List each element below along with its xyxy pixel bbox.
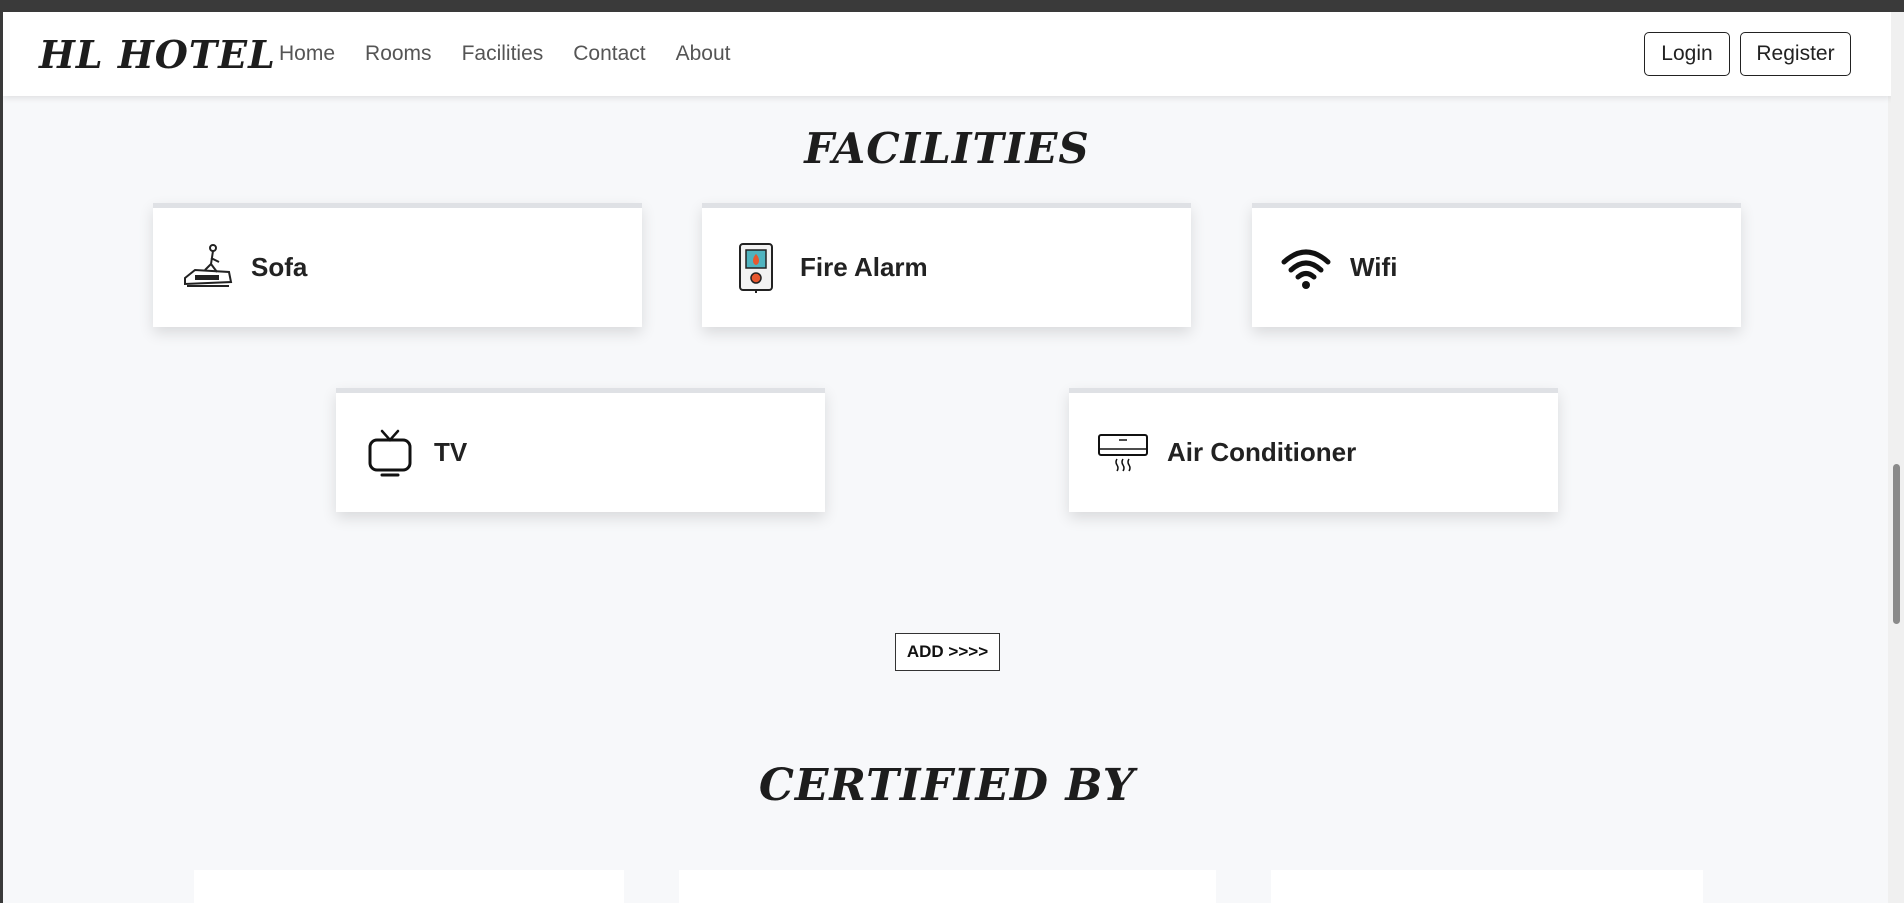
navbar: HL HOTEL Home Rooms Facilities Contact A… (3, 12, 1891, 96)
certification-card (679, 870, 1216, 903)
facilities-title: FACILITIES (804, 124, 1090, 173)
facility-label-sofa: Sofa (251, 252, 308, 282)
brand-logo[interactable]: HL HOTEL (39, 32, 276, 77)
facility-card-tv: TV (336, 388, 825, 512)
certification-card (194, 870, 624, 903)
scrollbar-thumb[interactable] (1893, 464, 1900, 624)
facility-label-fire-alarm: Fire Alarm (800, 252, 928, 282)
nav-facilities[interactable]: Facilities (462, 42, 544, 66)
facility-label-wifi: Wifi (1350, 252, 1398, 282)
facility-card-wifi: Wifi (1252, 203, 1741, 327)
facility-label-tv: TV (434, 437, 468, 467)
nav-about[interactable]: About (676, 42, 731, 66)
nav-rooms[interactable]: Rooms (365, 42, 432, 66)
page-scrollbar[interactable] (1888, 12, 1904, 903)
tv-icon (364, 427, 416, 479)
certified-title: CERTIFIED BY (758, 760, 1136, 811)
sofa-icon (181, 242, 233, 294)
certification-card (1271, 870, 1703, 903)
facility-label-air-conditioner: Air Conditioner (1167, 437, 1357, 467)
fire-alarm-icon (730, 242, 782, 294)
login-button[interactable]: Login (1644, 32, 1730, 76)
facility-card-fire-alarm: Fire Alarm (702, 203, 1191, 327)
register-button[interactable]: Register (1740, 32, 1851, 76)
nav-links: Home Rooms Facilities Contact About (279, 42, 731, 66)
add-button[interactable]: ADD >>>> (895, 633, 1000, 671)
wifi-icon (1280, 242, 1332, 294)
facility-card-sofa: Sofa (153, 203, 642, 327)
air-conditioner-icon (1097, 427, 1149, 479)
nav-home[interactable]: Home (279, 42, 335, 66)
page-viewport: HL HOTEL Home Rooms Facilities Contact A… (3, 12, 1891, 903)
facility-card-air-conditioner: Air Conditioner (1069, 388, 1558, 512)
nav-contact[interactable]: Contact (573, 42, 645, 66)
